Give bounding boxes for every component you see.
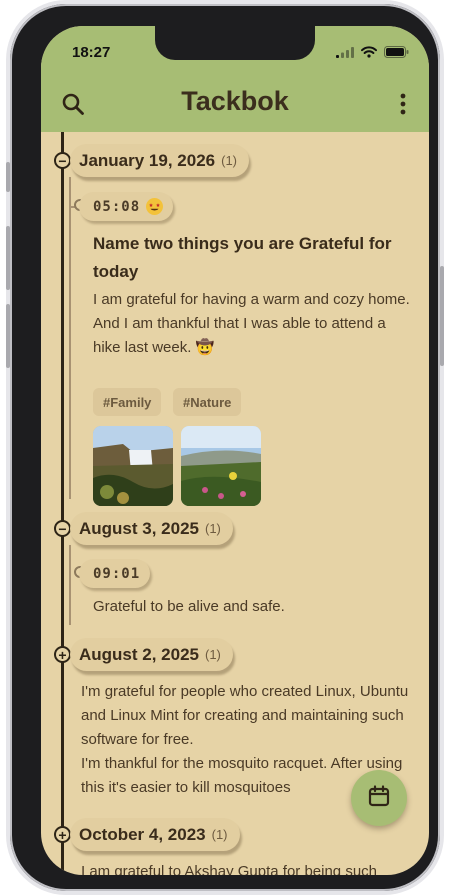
date-header[interactable]: October 4, 2023 (1) [70,818,240,851]
date-label: January 19, 2026 [79,150,216,170]
entry-title: Name two things you are Grateful for tod… [93,234,392,281]
signal-icon [336,45,354,63]
status-time: 18:27 [72,44,111,61]
date-header[interactable]: January 19, 2026 (1) [70,144,249,177]
power-button [440,266,444,366]
notch [155,26,315,60]
calendar-fab-button[interactable] [351,770,407,826]
date-label: October 4, 2023 [79,824,206,844]
entry-preview[interactable]: I am grateful to Akshay Gupta for being … [81,860,421,875]
status-icons [336,45,409,63]
tag-chip[interactable]: #Family [93,388,162,416]
wifi-icon [361,45,377,63]
tag-chip[interactable]: #Nature [173,388,242,416]
entry-body: I am grateful for having a warm and cozy… [93,291,410,356]
more-menu-button[interactable] [389,88,417,124]
entry-time: 09:01 [93,565,141,582]
volume-up-button [6,226,10,290]
more-vertical-icon [400,93,406,120]
star-eyes-emoji-icon [146,198,164,215]
entry-count: (1) [211,827,228,842]
app-title: Tackbok [181,86,289,116]
date-header[interactable]: August 3, 2025 (1) [70,512,233,545]
entry-count: (1) [205,647,221,662]
entry-count: (1) [221,153,237,168]
entry-time-pill[interactable]: 09:01 [79,559,151,588]
entry-connector [69,177,83,499]
screen: 18:27 Tackbok − January 19, 2026 (1) 05:… [41,26,429,875]
volume-down-button [6,304,10,368]
battery-icon [384,45,409,63]
timeline-rail [61,132,64,875]
calendar-icon [367,784,391,813]
entry-count: (1) [205,521,221,536]
date-label: August 3, 2025 [79,518,199,538]
entry-time-pill[interactable]: 05:08 [79,192,174,221]
mute-switch [6,162,10,192]
photo-thumbnail-waterfall[interactable] [93,426,173,506]
expand-toggle[interactable]: + [54,826,71,843]
entry-connector [69,545,83,625]
collapse-toggle[interactable]: − [54,520,71,537]
entry-time: 05:08 [93,198,141,215]
photo-thumbnail-flowers[interactable] [181,426,261,506]
entry-body: Grateful to be alive and safe. [93,598,285,615]
date-label: August 2, 2025 [79,644,199,664]
date-header[interactable]: August 2, 2025 (1) [70,638,233,671]
phone-frame: 18:27 Tackbok − January 19, 2026 (1) 05:… [6,4,444,891]
timeline: − January 19, 2026 (1) 05:08 Name two th… [41,132,429,875]
expand-toggle[interactable]: + [54,646,71,663]
collapse-toggle[interactable]: − [54,152,71,169]
